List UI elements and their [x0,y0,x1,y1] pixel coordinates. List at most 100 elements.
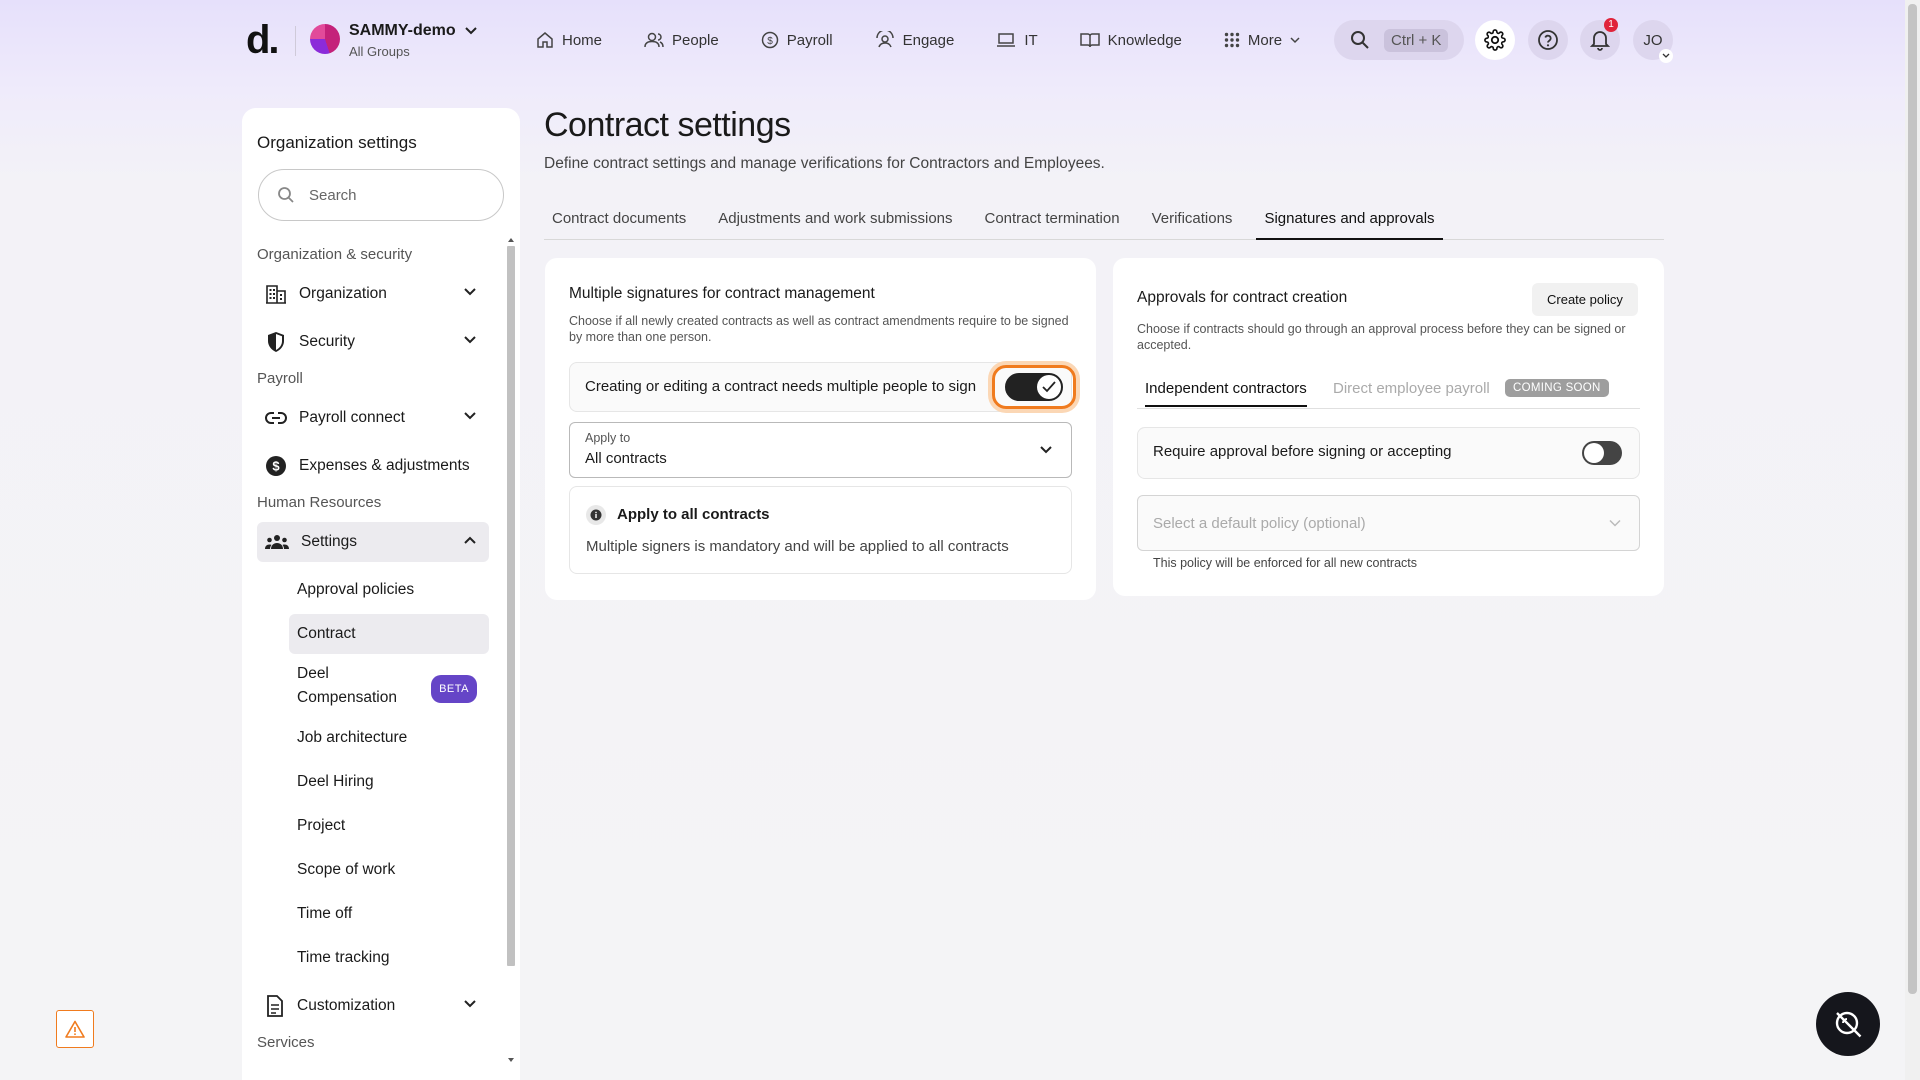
dollar-icon: $ [265,455,287,477]
apply-to-label: Apply to [585,431,631,445]
sidebar-item-label: Organization [299,285,387,302]
bell-icon [1590,29,1610,51]
settings-sidebar: Organization settings Search Organizatio… [242,108,520,1080]
main-nav: Home People $ Payroll Engage IT Knowledg… [536,20,1300,60]
org-avatar[interactable] [310,24,340,54]
tab-signatures-approvals[interactable]: Signatures and approvals [1256,206,1443,240]
sidebar-item-label: Settings [301,533,358,550]
help-button[interactable] [1528,20,1568,60]
warning-icon [65,1020,85,1038]
nav-payroll[interactable]: $ Payroll [761,20,833,60]
apply-to-value: All contracts [585,450,667,467]
sidebar-subitem-deel-compensation[interactable]: Deel Compensation BETA [289,658,489,714]
sidebar-item-organization[interactable]: Organization [257,274,489,314]
nav-more[interactable]: More [1224,20,1300,60]
label-line-2: Compensation [297,689,397,706]
sidebar-nav: Organization & security Organization Sec… [257,238,489,1062]
sidebar-search-input[interactable]: Search [258,169,504,221]
create-policy-button[interactable]: Create policy [1532,283,1638,316]
chevron-down-icon [463,287,477,297]
tab-verifications[interactable]: Verifications [1144,206,1241,240]
gear-icon [1484,29,1506,51]
svg-text:$: $ [767,36,773,47]
support-widget-button[interactable] [1816,992,1880,1056]
nav-knowledge[interactable]: Knowledge [1079,20,1182,60]
tab-contract-termination[interactable]: Contract termination [977,206,1128,240]
chevron-down-icon [463,999,477,1009]
sidebar-item-payroll-connect[interactable]: Payroll connect [257,398,489,438]
settings-tabs: Contract documents Adjustments and work … [544,206,1664,240]
laptop-icon [996,32,1016,48]
card-description: Choose if all newly created contracts as… [569,314,1069,344]
sidebar-item-expenses[interactable]: $ Expenses & adjustments [257,446,489,486]
sidebar-title: Organization settings [257,133,417,152]
require-approval-toggle[interactable] [1582,441,1622,465]
coming-soon-badge: COMING SOON [1505,379,1609,397]
help-icon [1537,29,1559,51]
worker-type-tabs: Independent contractors Direct employee … [1137,374,1640,409]
deel-logo[interactable]: d. [246,18,280,63]
user-initials: JO [1643,31,1663,49]
nav-people-label: People [672,31,719,49]
sidebar-item-label: Security [299,333,355,350]
sidebar-section-payroll: Payroll [257,370,303,387]
sidebar-subitem-scope-of-work[interactable]: Scope of work [289,850,489,890]
tab-adjustments[interactable]: Adjustments and work submissions [710,206,960,240]
sidebar-item-customization[interactable]: Customization [257,986,489,1026]
nav-home[interactable]: Home [536,20,602,60]
user-menu-button[interactable]: JO [1633,20,1673,63]
tab-direct-employee-payroll: Direct employee payroll [1333,380,1490,397]
nav-people[interactable]: People [644,20,719,60]
tab-independent-contractors[interactable]: Independent contractors [1145,380,1307,407]
building-icon [265,284,287,304]
page-scrollbar-thumb[interactable] [1908,4,1917,994]
sidebar-subitem-project[interactable]: Project [289,806,489,846]
warning-button[interactable] [56,1010,94,1048]
tab-contract-documents[interactable]: Contract documents [544,206,694,240]
chevron-down-icon [1290,36,1300,44]
nav-more-label: More [1247,31,1283,49]
link-icon [265,411,287,425]
sidebar-subitem-approval-policies[interactable]: Approval policies [289,570,489,610]
sidebar-item-label: Payroll connect [299,409,405,426]
chevron-down-icon [1659,49,1673,63]
check-icon [1042,381,1056,393]
team-icon [265,534,289,550]
search-icon [1350,30,1370,50]
engage-icon [875,31,895,49]
multiple-signers-toggle[interactable] [1005,373,1063,401]
home-icon [536,31,554,49]
nav-payroll-label: Payroll [786,31,833,49]
notifications-button[interactable]: 1 [1580,18,1620,60]
default-policy-select: Select a default policy (optional) [1137,495,1640,551]
nav-engage-label: Engage [902,31,955,49]
chevron-down-icon [1609,519,1621,527]
search-icon [277,186,295,204]
require-approval-label: Require approval before signing or accep… [1153,443,1452,460]
info-text: Multiple signers is mandatory and will b… [586,538,1009,555]
sidebar-subitem-contract[interactable]: Contract [289,614,489,654]
sidebar-scrollbar-thumb[interactable] [507,246,515,966]
nav-engage[interactable]: Engage [875,20,955,60]
notification-badge: 1 [1604,18,1618,32]
sidebar-subitem-job-architecture[interactable]: Job architecture [289,718,489,758]
toggle-knob [1037,375,1061,399]
sidebar-section-services: Services [257,1034,315,1051]
apply-to-select[interactable]: Apply to All contracts [569,422,1072,478]
label-line-1: Deel [297,665,329,682]
sidebar-item-settings[interactable]: Settings [257,522,489,562]
nav-it[interactable]: IT [996,20,1038,60]
settings-button[interactable] [1475,20,1515,60]
org-switcher[interactable]: SAMMY-demo [349,22,478,40]
sidebar-subitem-time-off[interactable]: Time off [289,894,489,934]
sidebar-item-security[interactable]: Security [257,322,489,362]
beta-badge: BETA [431,675,477,703]
sidebar-subitem-time-tracking[interactable]: Time tracking [289,938,489,978]
sidebar-subitem-deel-hiring[interactable]: Deel Hiring [289,762,489,802]
page-scrollbar[interactable] [1905,0,1920,1080]
global-search-button[interactable]: Ctrl + K [1334,20,1464,60]
nav-knowledge-label: Knowledge [1107,31,1182,49]
chevron-down-icon [463,335,477,345]
require-approval-row: Require approval before signing or accep… [1137,427,1640,479]
card-title: Approvals for contract creation [1137,289,1348,306]
